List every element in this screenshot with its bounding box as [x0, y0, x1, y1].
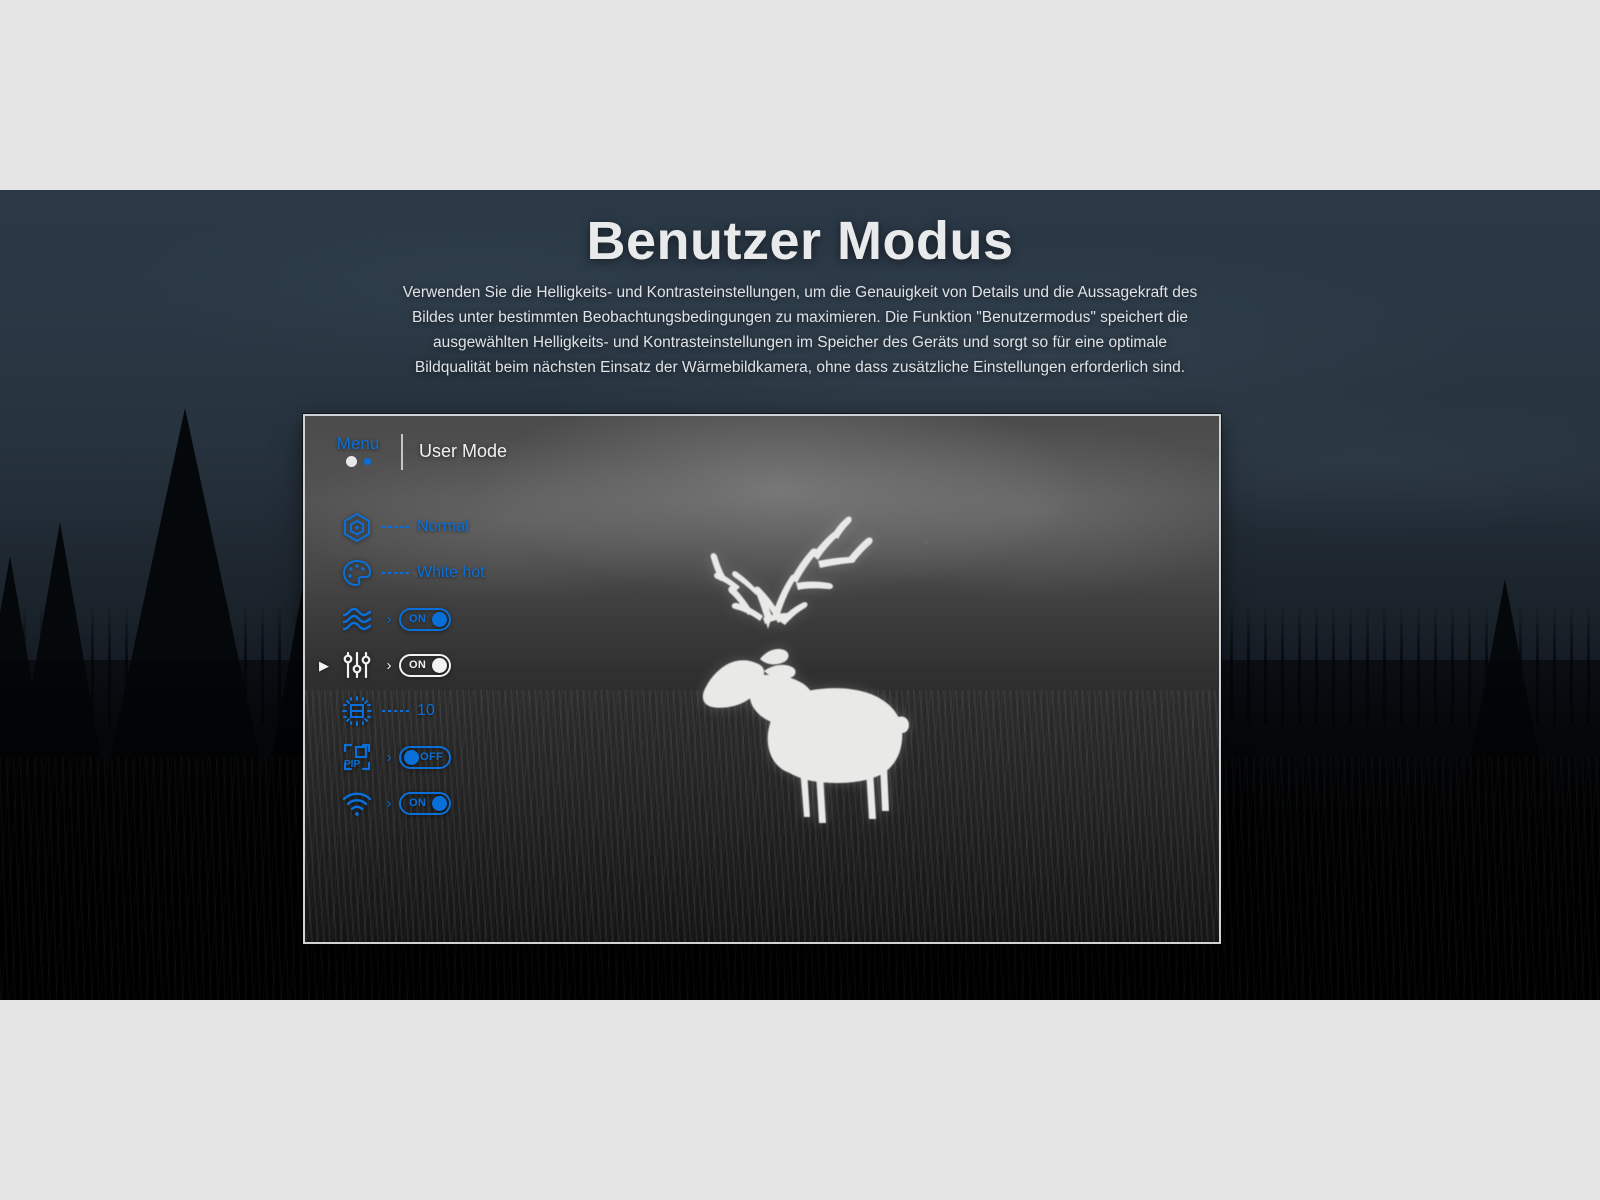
- thermal-device-screen: Menu User Mode ▶: [303, 414, 1221, 944]
- toggle-label: ON: [409, 613, 427, 625]
- sliders-user-mode-icon: [335, 645, 379, 685]
- chevron-right-icon: ›: [386, 610, 392, 628]
- bottom-margin-band: [0, 1000, 1600, 1200]
- wifi-toggle[interactable]: ON: [399, 791, 451, 815]
- toggle-knob: [431, 611, 447, 627]
- wave-smoothing-icon: [335, 599, 379, 639]
- menu-label: Menu: [336, 434, 380, 453]
- osd-row-image-mode[interactable]: ▶ Normal: [305, 504, 635, 550]
- osd-row-smoothing[interactable]: ▶ › ON: [305, 596, 635, 642]
- toggle-label: ON: [409, 659, 427, 671]
- top-margin-band: [0, 0, 1600, 190]
- osd-row-value: 10: [417, 702, 435, 719]
- menu-indicator[interactable]: Menu: [327, 434, 389, 467]
- hero-banner: Benutzer Modus Verwenden Sie die Helligk…: [0, 190, 1600, 1000]
- toggle-label: OFF: [420, 751, 443, 763]
- page-description: Verwenden Sie die Helligkeits- und Kontr…: [402, 284, 1198, 376]
- page-dot-inactive-icon: [363, 458, 371, 465]
- osd-row-value: White hot: [417, 564, 485, 581]
- header-divider: [401, 434, 403, 470]
- osd-row-wifi[interactable]: ▶ › ON: [305, 780, 635, 826]
- brightness-icon: [335, 691, 379, 731]
- page-root: Benutzer Modus Verwenden Sie die Helligk…: [0, 0, 1600, 1200]
- pip-toggle[interactable]: OFF: [399, 745, 451, 769]
- selection-caret-icon: ▶: [319, 657, 329, 673]
- thermal-deer-subject: [660, 511, 920, 841]
- dotted-connector: [379, 526, 413, 528]
- toggle-knob: [431, 657, 447, 673]
- osd-header: Menu User Mode: [327, 434, 507, 470]
- toggle-knob: [431, 795, 447, 811]
- hexagon-mode-icon: [335, 507, 379, 547]
- osd-row-value: Normal: [417, 518, 469, 535]
- chevron-right-icon: ›: [386, 794, 392, 812]
- dotted-connector: [379, 710, 413, 712]
- user-mode-toggle[interactable]: ON: [399, 653, 451, 677]
- osd-screen-title: User Mode: [419, 441, 508, 461]
- wifi-icon: [335, 783, 379, 823]
- palette-icon: [335, 553, 379, 593]
- osd-row-list: ▶ Normal ▶: [305, 504, 635, 826]
- chevron-right-icon: ›: [386, 748, 392, 766]
- osd-row-palette[interactable]: ▶ White hot: [305, 550, 635, 596]
- chevron-right-icon: ›: [386, 656, 392, 674]
- toggle-knob: [403, 749, 419, 765]
- dotted-connector: [379, 572, 413, 574]
- osd-row-user-mode[interactable]: ▶ › ON: [305, 642, 635, 688]
- page-dot-active-icon: [345, 456, 357, 467]
- svg-text:PIP: PIP: [344, 759, 360, 770]
- osd-row-brightness[interactable]: ▶: [305, 688, 635, 734]
- pip-icon: PIP: [335, 737, 379, 777]
- osd-menu-overlay: Menu User Mode ▶: [305, 416, 635, 942]
- page-title: Benutzer Modus: [586, 211, 1014, 271]
- smoothing-toggle[interactable]: ON: [399, 607, 451, 631]
- osd-row-pip[interactable]: ▶ PIP ›: [305, 734, 635, 780]
- menu-page-dots: [327, 456, 389, 467]
- toggle-label: ON: [409, 797, 427, 809]
